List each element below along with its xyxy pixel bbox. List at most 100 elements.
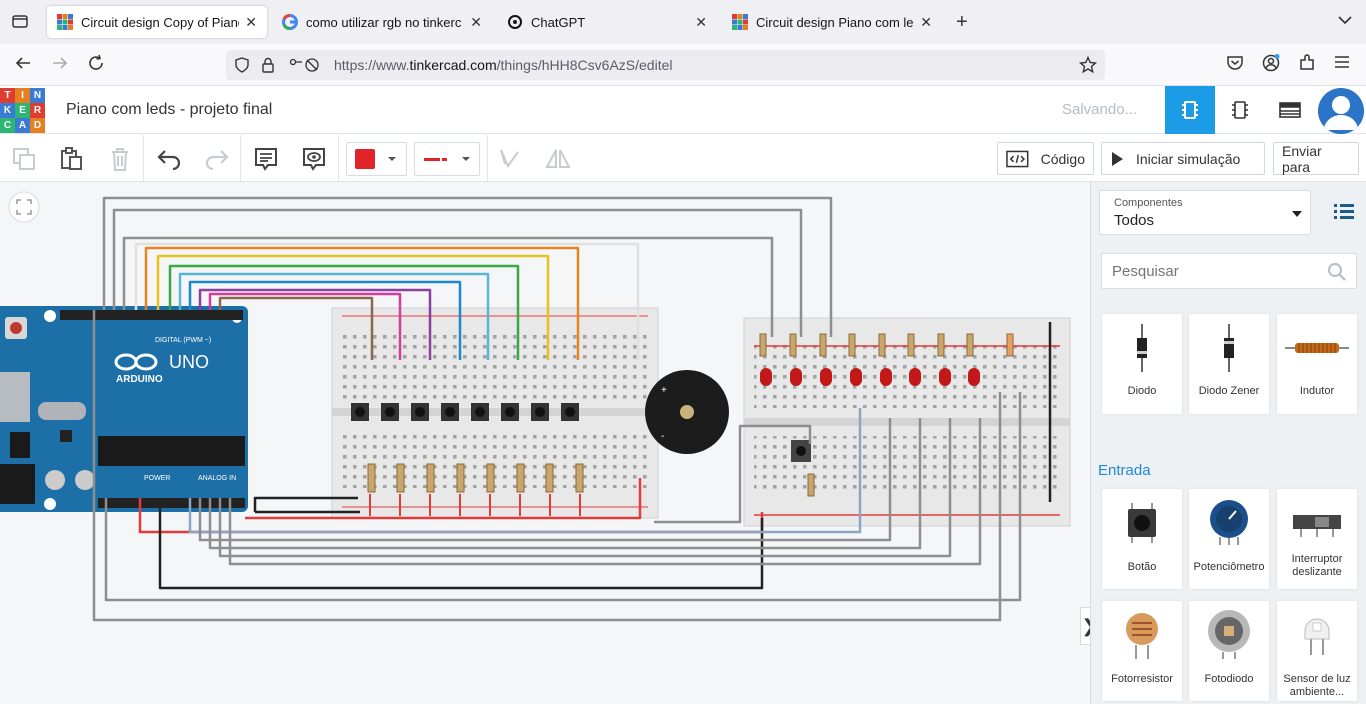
chevron-down-icon[interactable]	[1337, 12, 1353, 33]
schematic-view-icon	[1232, 101, 1248, 119]
delete-icon[interactable]	[106, 145, 134, 173]
components-dropdown[interactable]: Componentes Todos	[1099, 190, 1311, 235]
section-title-input: Entrada	[1098, 462, 1151, 479]
component-label: Fotodiodo	[1204, 673, 1254, 685]
fit-view-button[interactable]	[8, 191, 40, 223]
flip-icon[interactable]	[544, 145, 572, 173]
component-ambient-light-sensor[interactable]: Sensor de luz ambiente...	[1277, 601, 1357, 701]
url-text: https://www.tinkercad.com/things/hHH8Csv…	[334, 57, 673, 73]
tab-circuit-piano[interactable]: Circuit design Piano com led ✕	[722, 6, 942, 38]
components-panel: Componentes Todos Diodo Diodo Zener Indu…	[1090, 182, 1366, 704]
component-potentiometer[interactable]: Potenciômetro	[1189, 489, 1269, 589]
project-title[interactable]: Piano com leds - projeto final	[66, 101, 272, 119]
component-label: Diodo Zener	[1198, 385, 1260, 397]
circuit-canvas[interactable]: ARDUINO UNO DIGITAL (PWM ~) POWER ANALOG…	[0, 182, 1090, 704]
component-pushbutton[interactable]: Botão	[1102, 489, 1182, 589]
google-icon	[282, 14, 298, 30]
address-bar[interactable]: https://www.tinkercad.com/things/hHH8Csv…	[226, 50, 1105, 80]
menu-icon[interactable]	[1334, 54, 1350, 75]
bookmark-star-icon[interactable]	[1079, 56, 1097, 74]
new-tab-icon[interactable]: +	[956, 11, 968, 34]
wire-color-dropdown[interactable]	[346, 142, 407, 176]
potentiometer-icon	[1210, 500, 1248, 545]
toolbar-divider	[487, 135, 488, 181]
redo-icon[interactable]	[202, 145, 230, 173]
forward-icon[interactable]	[51, 54, 69, 77]
component-slide-switch[interactable]: Interruptor deslizante	[1277, 489, 1357, 589]
tinkercad-header: T I N K E R C A D Piano com leds - proje…	[0, 86, 1366, 134]
save-status: Salvando...	[1062, 101, 1138, 118]
notes-icon[interactable]	[252, 145, 280, 173]
circuit-view-icon	[1182, 101, 1198, 119]
logo-letter: D	[30, 118, 45, 133]
note-visibility-icon[interactable]	[300, 145, 328, 173]
arduino-uno-board[interactable]: ARDUINO UNO DIGITAL (PWM ~) POWER ANALOG…	[0, 306, 248, 512]
component-inductor[interactable]: Indutor	[1277, 314, 1357, 414]
copy-icon[interactable]	[10, 145, 38, 173]
tab-chatgpt[interactable]: ChatGPT ✕	[497, 6, 717, 38]
panel-toggle-button[interactable]: ❯	[1080, 607, 1090, 645]
caret-down-icon	[1292, 211, 1302, 217]
logo-letter: E	[15, 103, 30, 118]
user-avatar[interactable]	[1318, 88, 1364, 134]
editor-toolbar: Código Iniciar simulação Enviar para	[0, 135, 1366, 182]
extensions-icon[interactable]	[1298, 54, 1316, 77]
permissions-icon[interactable]	[288, 57, 320, 73]
arduino-brand: ARDUINO	[116, 374, 163, 385]
send-to-label: Enviar para	[1282, 142, 1322, 175]
send-to-button[interactable]: Enviar para	[1273, 142, 1359, 175]
component-list-view-button[interactable]	[1265, 86, 1315, 134]
photodiode-icon	[1208, 610, 1250, 659]
component-search-input[interactable]	[1101, 253, 1357, 289]
close-tab-icon[interactable]: ✕	[245, 14, 257, 31]
tab-title: como utilizar rgb no tinkerc	[306, 14, 462, 30]
start-simulation-button[interactable]: Iniciar simulação	[1101, 142, 1265, 175]
svg-text:-: -	[661, 431, 664, 442]
close-tab-icon[interactable]: ✕	[920, 14, 932, 31]
component-zener-diode[interactable]: Diodo Zener	[1189, 314, 1269, 414]
rotate-icon[interactable]	[495, 145, 523, 173]
undo-icon[interactable]	[156, 145, 184, 173]
arduino-model: UNO	[169, 352, 209, 372]
lock-icon	[262, 57, 274, 73]
list-view-icon[interactable]	[1333, 202, 1355, 225]
analog-header-label: ANALOG IN	[198, 475, 236, 482]
piezo-buzzer[interactable]: + -	[645, 370, 729, 454]
paste-icon[interactable]	[57, 145, 85, 173]
close-tab-icon[interactable]: ✕	[695, 14, 707, 31]
component-label: Indutor	[1299, 385, 1335, 397]
logo-letter: T	[0, 88, 15, 103]
diode-icon	[1137, 324, 1147, 372]
schematic-view-button[interactable]	[1215, 86, 1265, 134]
component-label: Diodo	[1127, 385, 1157, 397]
back-icon[interactable]	[14, 54, 32, 77]
logo-letter: C	[0, 118, 15, 133]
wire-type-dropdown[interactable]	[414, 142, 480, 176]
tab-rgb-search[interactable]: como utilizar rgb no tinkerc ✕	[272, 6, 492, 38]
breadboard-keys[interactable]	[331, 307, 659, 519]
reload-icon[interactable]	[87, 54, 105, 77]
component-label: Potenciômetro	[1193, 561, 1265, 573]
tab-list-icon[interactable]	[11, 12, 29, 35]
close-tab-icon[interactable]: ✕	[470, 14, 482, 31]
chatgpt-icon	[508, 15, 522, 29]
tab-circuit-copy[interactable]: Circuit design Copy of Piano ✕	[47, 6, 267, 38]
svg-text:+: +	[661, 385, 667, 396]
logo-letter: I	[15, 88, 30, 103]
code-button[interactable]: Código	[997, 142, 1094, 175]
pocket-icon[interactable]	[1226, 54, 1244, 77]
toolbar-divider	[338, 135, 339, 181]
component-photoresistor[interactable]: Fotorresistor	[1102, 601, 1182, 701]
account-icon[interactable]	[1262, 54, 1280, 77]
tab-title: Circuit design Copy of Piano	[81, 14, 240, 30]
shield-icon	[235, 57, 249, 73]
circuit-view-button[interactable]	[1165, 86, 1215, 134]
digital-header-label: DIGITAL (PWM ~)	[155, 337, 211, 344]
tinkercad-logo[interactable]: T I N K E R C A D	[0, 88, 45, 133]
component-diode[interactable]: Diodo	[1102, 314, 1182, 414]
slide-switch-icon	[1293, 515, 1341, 537]
search-icon	[1327, 262, 1346, 281]
component-photodiode[interactable]: Fotodiodo	[1189, 601, 1269, 701]
component-label: Fotorresistor	[1111, 673, 1173, 685]
pushbutton-icon	[1128, 503, 1156, 543]
